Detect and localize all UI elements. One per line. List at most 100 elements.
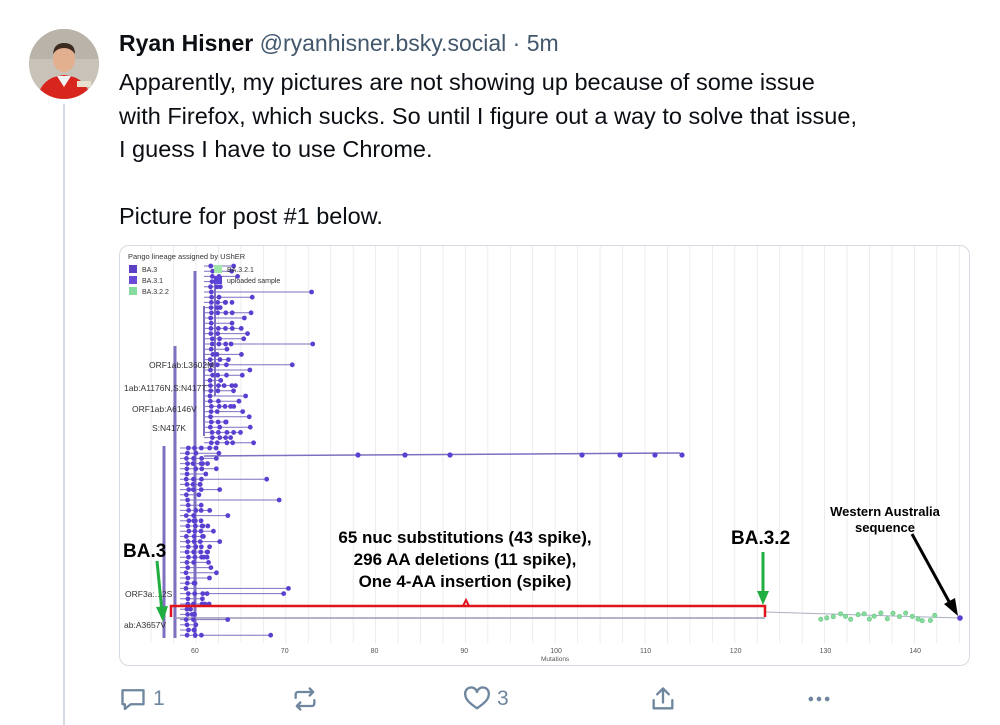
post-text-line: with Firefox, which sucks. So until I fi… [119,102,857,129]
x-tick-label: 60 [191,648,199,655]
tree-leaf-dot [208,409,214,414]
more-icon [808,696,830,702]
like-button[interactable]: 3 [463,681,509,717]
node-label: ORF1ab:L3602M [149,360,214,370]
tree-leaf-dot [185,445,191,451]
avatar[interactable] [29,29,99,99]
tree-leaf-dot [310,341,316,347]
tree-leaf-dot [208,320,214,326]
tree-leaf-dot [216,398,221,404]
legend-swatch-ba322 [129,287,137,295]
x-tick-label: 100 [550,648,562,655]
author-handle[interactable]: @ryanhisner.bsky.social [260,30,507,56]
x-tick-label: 120 [730,648,742,655]
legend-swatch-ba31 [129,276,137,284]
node-label: ORF3a:...2S [125,589,173,599]
tree-leaf-dot [224,346,230,352]
tree-leaf-dot [185,591,191,596]
post-timestamp[interactable]: 5m [527,30,559,56]
post-image[interactable]: Pango lineage assigned by UShER BA.3 BA.… [119,245,970,666]
tree-leaf-dot [198,632,204,638]
tree-leaf-dot [191,456,197,461]
tree-leaf-dot [281,591,287,596]
share-button[interactable] [649,681,677,717]
tree-leaf-dot [208,440,214,446]
annotation-ba3: BA.3 [123,541,166,562]
tree-leaf-dot [217,435,223,440]
annotation-wa: Western Australia [830,504,941,519]
tree-leaf-dot-green [848,616,854,622]
tree-leaf-dot [207,544,212,550]
tree-leaf-dot [211,528,216,534]
tree-leaf-dot-green [866,616,872,622]
tree-leaf-dot [214,352,220,357]
tree-leaf-dot [241,336,247,342]
tree-leaf-dot [183,492,189,498]
tree-leaf-dot [222,300,228,305]
tree-leaf-dot [185,523,191,529]
tree-leaf-dot [218,378,224,383]
tree-leaf-dot [184,622,190,628]
tree-leaf-dot [191,539,197,544]
tree-leaf-dot [209,435,215,440]
tree-leaf-dot [191,549,197,555]
tree-leaf-dot-green [838,611,844,617]
header-separator: · [512,30,521,56]
tree-leaf-dot [217,305,223,310]
tree-leaf-dot [208,315,214,321]
tree-leaf-dot [243,393,249,399]
more-options-button[interactable] [805,681,833,717]
tree-leaf-dot-green [842,613,848,619]
like-icon [464,686,490,710]
x-tick-label: 130 [820,648,832,655]
tree-leaf-dot [198,445,204,451]
tree-leaf-dot [183,586,189,591]
annotation-ba32: BA.3.2 [731,528,790,549]
tree-leaf-dot [216,404,222,409]
repost-icon [294,687,316,711]
tree-leaf-dot [192,523,198,529]
uploaded-sample-dot [957,615,963,621]
tree-leaf-dot [198,544,204,550]
tree-leaf-dot [213,466,219,472]
tree-leaf-dot [192,632,198,638]
tree-leaf-dot [209,336,215,342]
black-arrowhead [944,598,958,616]
tree-leaf-dot [215,300,221,305]
x-tick-label: 90 [460,648,468,655]
tree-leaf-dot [223,435,229,440]
tree-leaf-dot [208,383,213,388]
tree-leaf-dot [183,476,189,482]
tree-leaf-dot [228,341,234,347]
tree-leaf-dot [200,523,206,529]
tree-leaf-dot [221,383,227,388]
tree-leaf-dot [224,440,230,446]
tree-leaf-dot [192,591,198,596]
legend-swatch-ba321 [214,265,222,273]
tree-leaf-dot [238,326,244,331]
tree-leaf-dot [199,466,205,472]
repost-button[interactable] [291,681,325,717]
legend-swatch-ba3 [129,265,137,273]
tree-leaf-dot [217,424,223,430]
reply-button[interactable]: 1 [119,681,165,717]
tree-leaf-dot [188,606,193,612]
tree-leaf-dot [402,452,408,458]
tree-leaf-dot [207,575,212,581]
tree-leaf-dot [185,612,190,617]
tree-leaf-dot [190,461,196,466]
author-name[interactable]: Ryan Hisner [119,30,253,56]
tree-leaf-dot-green [919,618,925,624]
tree-leaf-dot [191,476,196,482]
tree-leaf-dot [185,596,191,602]
post: Ryan Hisner @ryanhisner.bsky.social · 5m… [0,0,1000,725]
tree-leaf-dot [185,502,191,508]
tree-leaf-dot [205,461,210,466]
tree-leaf-dot [355,452,361,458]
legend-label-ba321: BA.3.2.1 [227,267,254,274]
tree-leaf-dot [184,580,190,586]
tree-leaf-dot [233,383,238,388]
thread-line [63,104,65,725]
tree-leaf-dot [186,508,192,513]
tree-leaf-dot [228,435,234,440]
